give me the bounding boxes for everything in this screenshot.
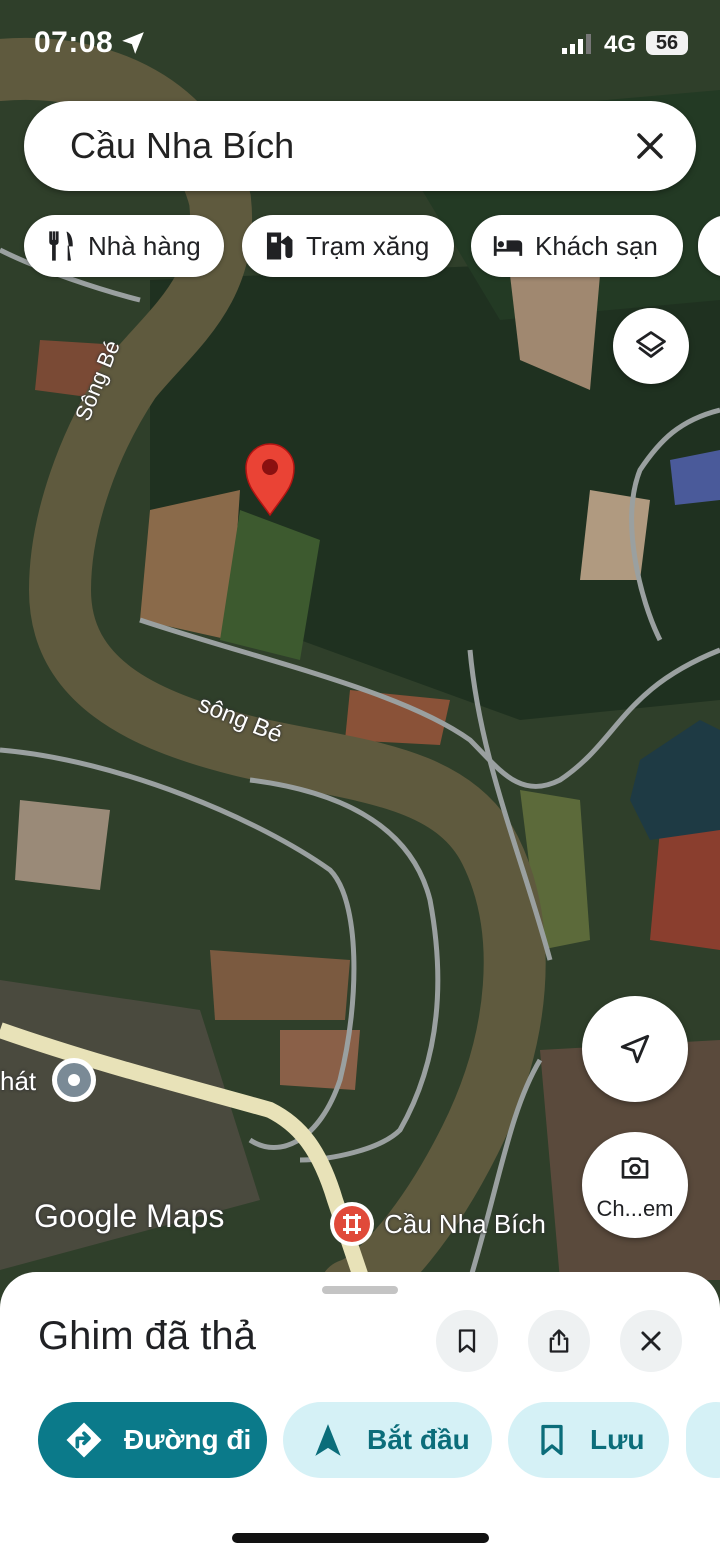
navigation-arrow-icon <box>620 1034 650 1064</box>
save-label: Lưu <box>590 1424 645 1455</box>
place-title: Ghim đã thả <box>38 1314 256 1358</box>
save-button[interactable]: Lưu <box>508 1402 669 1478</box>
bookmark-icon <box>458 1329 476 1353</box>
my-location-button[interactable] <box>582 996 688 1102</box>
status-time: 07:08 <box>34 26 114 59</box>
signal-icon <box>562 34 591 54</box>
share-button[interactable] <box>528 1310 590 1372</box>
start-button[interactable]: Bắt đầu <box>283 1402 492 1478</box>
street-view-button[interactable]: Ch...em <box>582 1132 688 1238</box>
battery-level: 56 <box>646 31 688 55</box>
gas-pump-icon <box>266 232 293 260</box>
chip-label: Khách sạn <box>535 230 658 261</box>
directions-button[interactable]: Đường đi <box>38 1402 267 1478</box>
bookmark-icon <box>541 1424 563 1456</box>
layers-button[interactable] <box>613 308 689 384</box>
bridge-label[interactable]: Cầu Nha Bích <box>384 1209 546 1240</box>
start-label: Bắt đầu <box>367 1424 470 1455</box>
chip-label: Nhà hàng <box>88 230 201 261</box>
location-services-icon <box>122 32 144 54</box>
save-icon-button[interactable] <box>436 1310 498 1372</box>
chip-hotels[interactable]: Khách sạn <box>471 215 683 277</box>
chip-restaurants[interactable]: Nhà hàng <box>24 215 224 277</box>
network-type: 4G <box>604 31 637 58</box>
layers-icon <box>636 331 666 358</box>
close-button[interactable] <box>620 1310 682 1372</box>
directions-icon <box>66 1422 102 1458</box>
sheet-drag-handle[interactable] <box>322 1286 398 1294</box>
chip-label: Trạm xăng <box>306 230 430 261</box>
bed-icon <box>493 236 523 256</box>
directions-label: Đường đi <box>124 1424 252 1455</box>
navigation-arrow-icon <box>315 1424 341 1456</box>
close-icon <box>641 1331 661 1351</box>
camera-icon <box>621 1157 649 1179</box>
fork-knife-icon <box>49 231 73 261</box>
clear-search-icon[interactable] <box>634 130 666 162</box>
bridge-marker-icon[interactable] <box>330 1202 374 1246</box>
share-icon <box>549 1329 569 1353</box>
poi-label[interactable]: hát <box>0 1066 36 1097</box>
google-maps-watermark: Google Maps <box>34 1198 225 1234</box>
chip-gas-stations[interactable]: Trạm xăng <box>242 215 454 277</box>
search-bar[interactable]: Cầu Nha Bích <box>24 101 696 191</box>
street-view-label: Ch...em <box>596 1196 674 1221</box>
home-indicator[interactable] <box>232 1533 489 1543</box>
status-bar: 07:08 4G 56 <box>0 0 720 90</box>
location-marker-icon[interactable] <box>52 1058 96 1102</box>
search-query[interactable]: Cầu Nha Bích <box>70 125 294 167</box>
